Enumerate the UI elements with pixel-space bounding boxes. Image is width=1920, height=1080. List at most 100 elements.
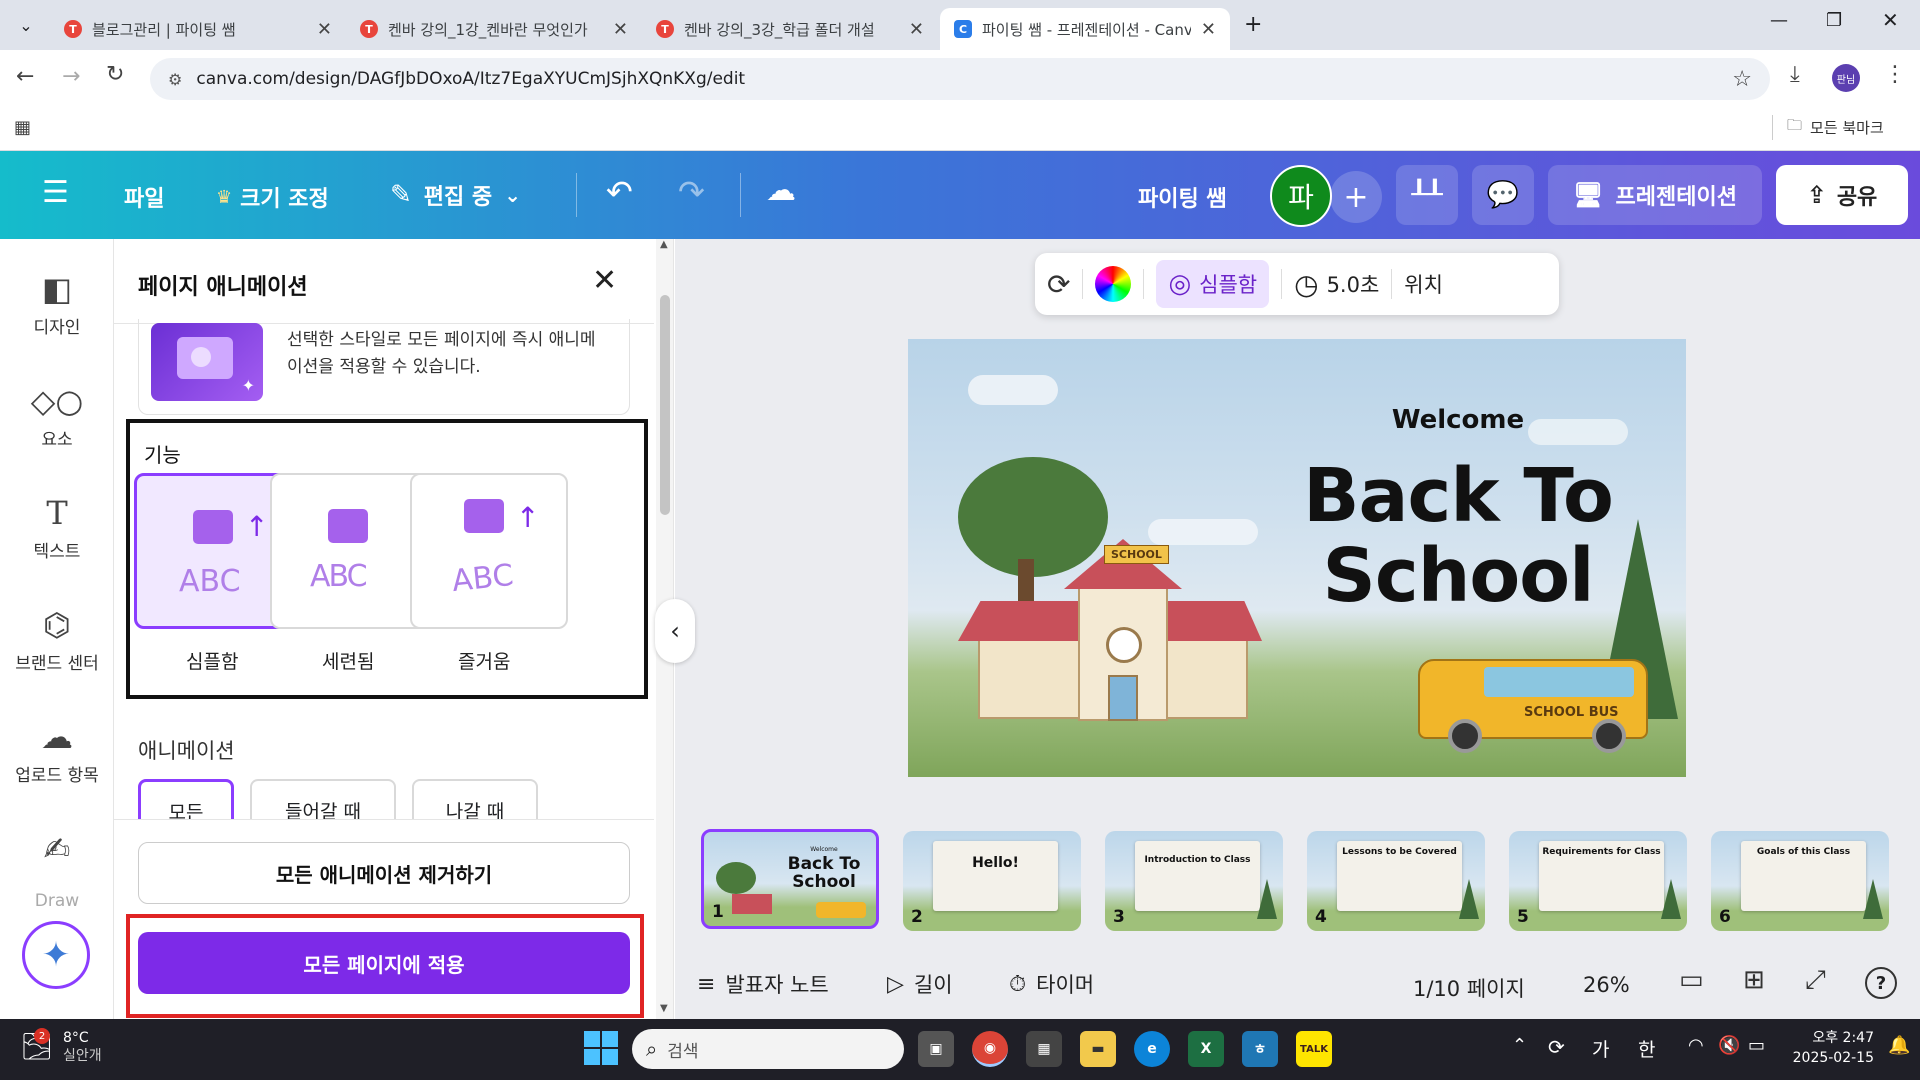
feature-fun-option[interactable]: ↑ ABC	[410, 473, 568, 629]
main-menu-icon[interactable]: ☰	[42, 175, 69, 210]
volume-muted-icon[interactable]: 🔇	[1718, 1035, 1740, 1056]
clock[interactable]: 오후 2:47 2025-02-15	[1788, 1029, 1874, 1068]
thumbnail-page-3[interactable]: Introduction to Class 3	[1105, 831, 1283, 931]
rail-item-uploads[interactable]: ☁ 업로드 항목	[0, 721, 114, 786]
tray-chevron-up-icon[interactable]: ⌃	[1512, 1035, 1527, 1056]
rail-item-text[interactable]: T 텍스트	[0, 497, 114, 562]
back-icon[interactable]: ←	[16, 64, 34, 89]
present-button[interactable]: 🖥 프레젠테이션	[1548, 165, 1762, 225]
more-menu-icon[interactable]: ⋮	[1884, 62, 1906, 87]
close-tab-icon[interactable]: ✕	[613, 19, 628, 40]
task-view-icon[interactable]: ▣	[918, 1031, 954, 1067]
close-tab-icon[interactable]: ✕	[317, 19, 332, 40]
page-view-icon[interactable]: ▭	[1679, 965, 1704, 995]
edge-icon[interactable]: e	[1134, 1031, 1170, 1067]
duration-button[interactable]: ◷ 5.0초	[1294, 268, 1379, 301]
thumbnail-page-4[interactable]: Lessons to be Covered 4	[1307, 831, 1485, 931]
tab-enter[interactable]: 들어갈 때	[250, 779, 396, 819]
slide-title-line2[interactable]: School	[1238, 539, 1678, 613]
chrome-icon[interactable]: ◉	[972, 1031, 1008, 1067]
minimize-icon[interactable]: —	[1770, 10, 1788, 31]
slide-welcome[interactable]: Welcome	[1258, 405, 1658, 435]
all-bookmarks[interactable]: 🗀 모든 북마크	[1772, 115, 1884, 140]
feature-refined-option[interactable]: ABC	[270, 473, 428, 629]
thumbnail-page-2[interactable]: Hello! 2	[903, 831, 1081, 931]
weather-widget[interactable]: 🌫 2 8°C 실안개	[20, 1028, 102, 1065]
collapse-panel-icon[interactable]: ‹	[655, 599, 695, 663]
zoom-level[interactable]: 26%	[1583, 973, 1630, 997]
notification-bell-icon[interactable]: 🔔	[1888, 1035, 1910, 1056]
close-window-icon[interactable]: ✕	[1882, 8, 1899, 32]
apps-grid-icon[interactable]: ▦	[14, 117, 31, 138]
rail-item-brand[interactable]: ⌬ 브랜드 센터	[0, 609, 114, 674]
new-tab-icon[interactable]: +	[1244, 12, 1262, 37]
timer-button[interactable]: ⏱ 타이머	[1009, 969, 1094, 999]
url-bar[interactable]: ⚙ canva.com/design/DAGfJbDOxoA/Itz7EgaXY…	[150, 58, 1770, 100]
ime-hangul[interactable]: 한	[1638, 1035, 1655, 1062]
close-tab-icon[interactable]: ✕	[1201, 19, 1216, 40]
bookmark-star-icon[interactable]: ☆	[1732, 67, 1752, 92]
browser-tab[interactable]: T 켄바 강의_1강_켄바란 무엇인가 ✕	[346, 8, 642, 50]
battery-icon[interactable]: ▭	[1748, 1035, 1765, 1056]
thumbnail-page-5[interactable]: Requirements for Class 5	[1509, 831, 1687, 931]
close-panel-icon[interactable]: ✕	[592, 263, 617, 298]
slide-title-line1[interactable]: Back To	[1238, 459, 1678, 533]
kakaotalk-icon[interactable]: TALK	[1296, 1031, 1332, 1067]
duration-footer-button[interactable]: ▷ 길이	[887, 969, 953, 999]
tab-search-icon[interactable]: ⌄	[10, 10, 42, 40]
rail-item-design[interactable]: ◧ 디자인	[0, 273, 114, 338]
forward-icon[interactable]: →	[62, 64, 80, 89]
download-icon[interactable]: ⤓	[1790, 62, 1800, 87]
close-tab-icon[interactable]: ✕	[909, 19, 924, 40]
share-button[interactable]: ⇪ 공유	[1776, 165, 1908, 225]
feature-simple-option[interactable]: ↑ ABC	[134, 473, 292, 629]
excel-icon[interactable]: X	[1188, 1031, 1224, 1067]
ime-language[interactable]: 가	[1592, 1035, 1609, 1062]
ai-suggest-icon[interactable]: ⟳	[1047, 268, 1070, 301]
page-indicator[interactable]: 1/10 페이지	[1413, 973, 1525, 1003]
browser-tab[interactable]: T 켄바 강의_3강_학급 폴더 개설 ✕	[642, 8, 938, 50]
file-menu[interactable]: 파일	[124, 181, 164, 213]
redo-icon[interactable]: ↷	[678, 173, 705, 211]
profile-avatar[interactable]: 판님	[1832, 64, 1860, 92]
sync-icon[interactable]: ⟳	[1548, 1035, 1565, 1059]
tab-all[interactable]: 모든	[138, 779, 234, 819]
search-icon: ⌕	[646, 1037, 658, 1061]
animation-style-button[interactable]: ◎ 심플함	[1156, 260, 1270, 308]
calculator-icon[interactable]: ▦	[1026, 1031, 1062, 1067]
help-icon[interactable]: ?	[1865, 967, 1897, 999]
project-name[interactable]: 파이팅 쌤	[1138, 181, 1227, 213]
file-explorer-icon[interactable]: ▬	[1080, 1031, 1116, 1067]
grid-view-icon[interactable]: ⊞	[1743, 965, 1765, 995]
fullscreen-icon[interactable]: ⤢	[1805, 965, 1826, 996]
comments-button[interactable]: 💬	[1472, 165, 1534, 225]
undo-icon[interactable]: ↶	[606, 173, 633, 211]
analytics-button[interactable]: ┸┸	[1396, 165, 1458, 225]
editing-mode-dropdown[interactable]: ✎ 편집 중 ⌄	[390, 179, 521, 211]
color-wheel-icon[interactable]	[1095, 266, 1132, 302]
tab-exit[interactable]: 나갈 때	[412, 779, 538, 819]
collaborator-avatar[interactable]: 파	[1270, 165, 1332, 227]
thumbnail-page-1[interactable]: Welcome Back To School 1	[701, 829, 879, 929]
taskbar-search[interactable]: ⌕ 검색	[632, 1029, 904, 1069]
rail-item-elements[interactable]: ◇○ 요소	[0, 385, 114, 450]
site-info-icon[interactable]: ⚙	[168, 70, 182, 89]
magic-assistant-icon[interactable]: ✦	[22, 921, 90, 989]
thumbnail-page-6[interactable]: Goals of this Class 6	[1711, 831, 1889, 931]
cloud-saved-icon[interactable]: ☁	[766, 173, 796, 208]
windows-start-icon[interactable]	[584, 1031, 618, 1065]
animation-section-label: 애니메이션	[138, 739, 235, 763]
reload-icon[interactable]: ↻	[106, 62, 124, 87]
resize-button[interactable]: ♛ 크기 조정	[216, 181, 329, 213]
restore-icon[interactable]: ❐	[1826, 10, 1842, 31]
add-collaborator-icon[interactable]: +	[1330, 171, 1382, 223]
presenter-notes-button[interactable]: ≡ 발표자 노트	[697, 969, 829, 999]
slide-canvas[interactable]: SCHOOL SCHOOL BUS Welcome Back To School	[908, 339, 1686, 777]
wifi-icon[interactable]: ◠	[1688, 1035, 1704, 1056]
browser-tab-active[interactable]: C 파이팅 쌤 - 프레젠테이션 - Canva ✕	[940, 8, 1230, 50]
position-button[interactable]: 위치	[1404, 269, 1443, 299]
browser-tab[interactable]: T 블로그관리 | 파이팅 쌤 ✕	[50, 8, 346, 50]
apply-all-pages-button[interactable]: 모든 페이지에 적용	[138, 932, 630, 994]
hancom-icon[interactable]: ㅎ	[1242, 1031, 1278, 1067]
remove-all-animations-button[interactable]: 모든 애니메이션 제거하기	[138, 842, 630, 904]
